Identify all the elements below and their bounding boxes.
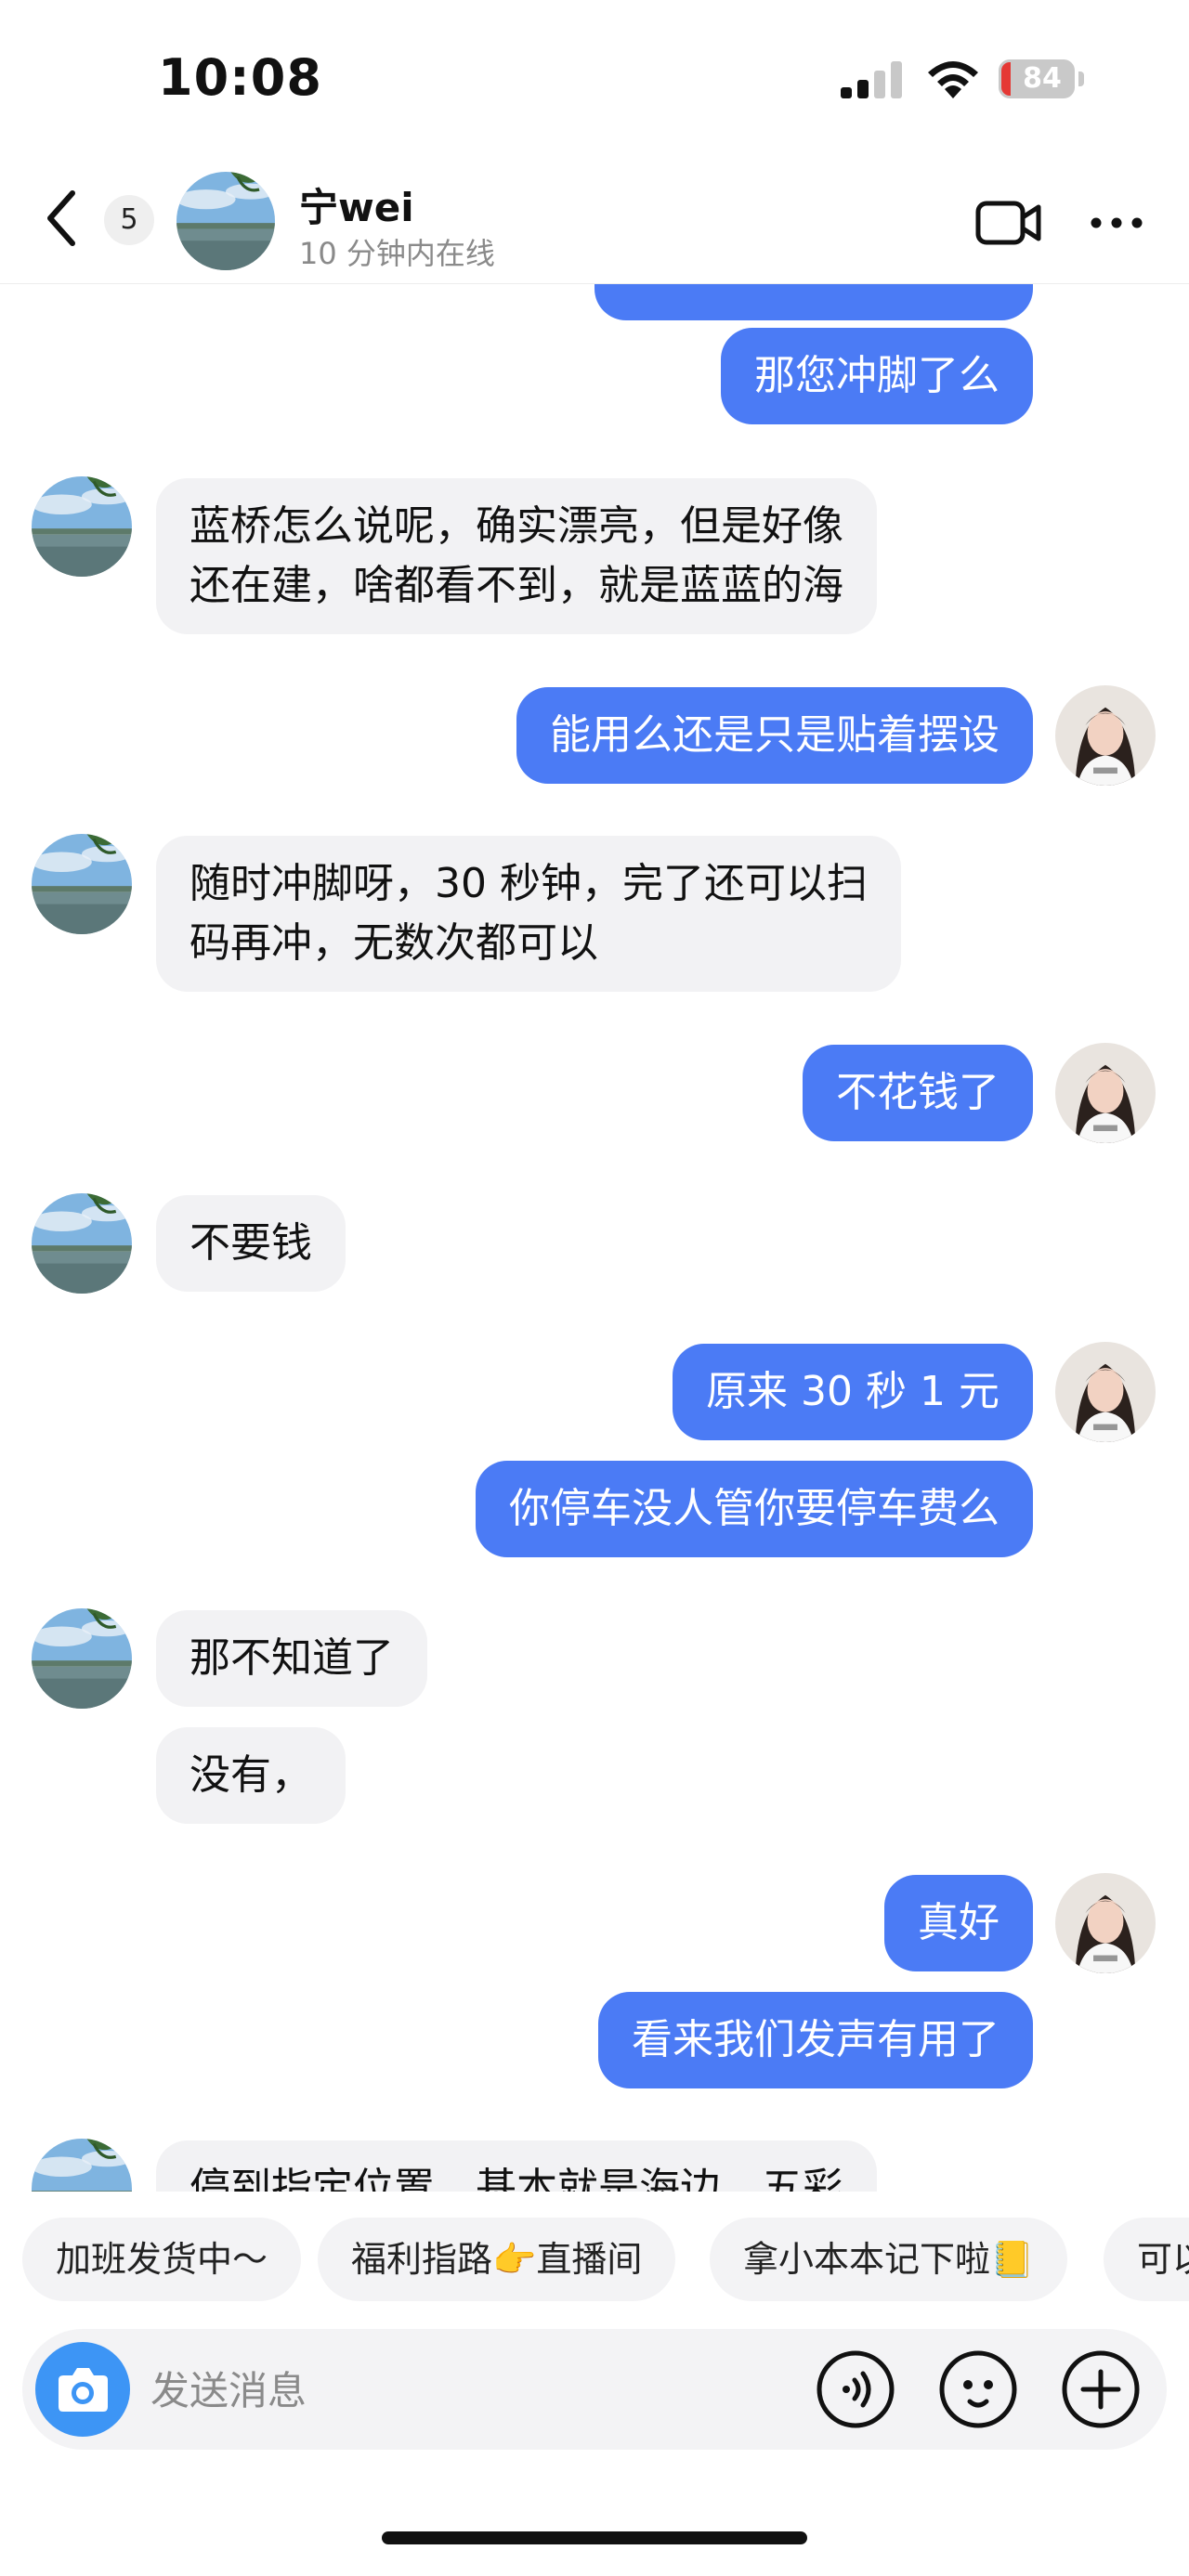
- chat-header: 5 宁wei 10 分钟内在线: [0, 158, 1189, 284]
- plus-icon[interactable]: [1061, 2349, 1141, 2429]
- message-bubble-outgoing[interactable]: 真好: [884, 1875, 1033, 1971]
- camera-icon: [59, 2368, 108, 2412]
- contact-avatar[interactable]: [32, 476, 132, 577]
- status-time: 10:08: [158, 48, 322, 107]
- quick-reply-chip[interactable]: 福利指路👉直播间: [318, 2218, 676, 2301]
- message-bubble-outgoing[interactable]: 能用么还是只是贴着摆设: [516, 687, 1033, 784]
- more-icon[interactable]: [1087, 204, 1146, 241]
- my-avatar[interactable]: [1055, 685, 1156, 786]
- contact-name[interactable]: 宁wei: [299, 176, 414, 233]
- my-avatar[interactable]: [1055, 1043, 1156, 1143]
- contact-avatar[interactable]: [32, 2139, 132, 2192]
- message-composer: [22, 2329, 1167, 2452]
- message-bubble-outgoing[interactable]: 你停车没人管你要停车费么: [476, 1461, 1033, 1557]
- camera-button[interactable]: [35, 2342, 130, 2437]
- unread-count-badge[interactable]: 5: [104, 195, 154, 245]
- battery-level: 84: [1023, 62, 1062, 95]
- home-indicator[interactable]: [382, 2531, 807, 2544]
- message-bubble-outgoing[interactable]: 不花钱了: [803, 1045, 1033, 1141]
- emoji-icon[interactable]: [938, 2349, 1018, 2429]
- message-bubble-outgoing[interactable]: 原来 30 秒 1 元: [673, 1344, 1033, 1440]
- quick-reply-chip[interactable]: 加班发货中～: [22, 2218, 302, 2301]
- contact-online-status: 10 分钟内在线: [299, 236, 495, 271]
- contact-avatar[interactable]: [32, 1608, 132, 1709]
- quick-reply-chip[interactable]: 可以: [1104, 2218, 1189, 2301]
- back-icon[interactable]: [39, 186, 85, 251]
- message-bubble-partial[interactable]: [594, 283, 1033, 320]
- message-bubble-outgoing[interactable]: 那您冲脚了么: [721, 328, 1033, 424]
- message-bubble-outgoing[interactable]: 看来我们发声有用了: [598, 1992, 1033, 2088]
- battery-cap: [1078, 72, 1084, 86]
- contact-avatar[interactable]: [176, 172, 275, 270]
- cellular-signal-icon: [841, 61, 906, 98]
- contact-avatar[interactable]: [32, 834, 132, 934]
- message-bubble-incoming[interactable]: 蓝桥怎么说呢，确实漂亮，但是好像 还在建，啥都看不到，就是蓝蓝的海: [156, 478, 877, 634]
- message-bubble-incoming[interactable]: 不要钱: [156, 1195, 346, 1292]
- quick-reply-bar[interactable]: 加班发货中～ 福利指路👉直播间 拿小本本记下啦📒 可以: [0, 2218, 1189, 2303]
- wifi-icon: [928, 61, 978, 98]
- my-avatar[interactable]: [1055, 1342, 1156, 1442]
- status-bar: 10:08 84: [0, 0, 1189, 158]
- message-bubble-incoming[interactable]: 那不知道了: [156, 1610, 427, 1707]
- quick-reply-chip[interactable]: 拿小本本记下啦📒: [710, 2218, 1068, 2301]
- message-input[interactable]: [149, 2329, 803, 2452]
- my-avatar[interactable]: [1055, 1873, 1156, 1973]
- voice-icon[interactable]: [816, 2349, 895, 2429]
- message-bubble-incoming[interactable]: 没有，: [156, 1727, 346, 1824]
- message-bubble-incoming[interactable]: 随时冲脚呀，30 秒钟，完了还可以扫 码再冲，无数次都可以: [156, 836, 901, 992]
- contact-avatar[interactable]: [32, 1193, 132, 1294]
- message-bubble-incoming[interactable]: 停到指定位置，基本就是海边，五彩: [156, 2140, 877, 2192]
- chat-message-list[interactable]: 那您冲脚了么 蓝桥怎么说呢，确实漂亮，但是好像 还在建，啥都看不到，就是蓝蓝的海…: [0, 283, 1189, 2192]
- video-call-icon[interactable]: [975, 199, 1042, 247]
- battery-icon: 84: [999, 59, 1075, 98]
